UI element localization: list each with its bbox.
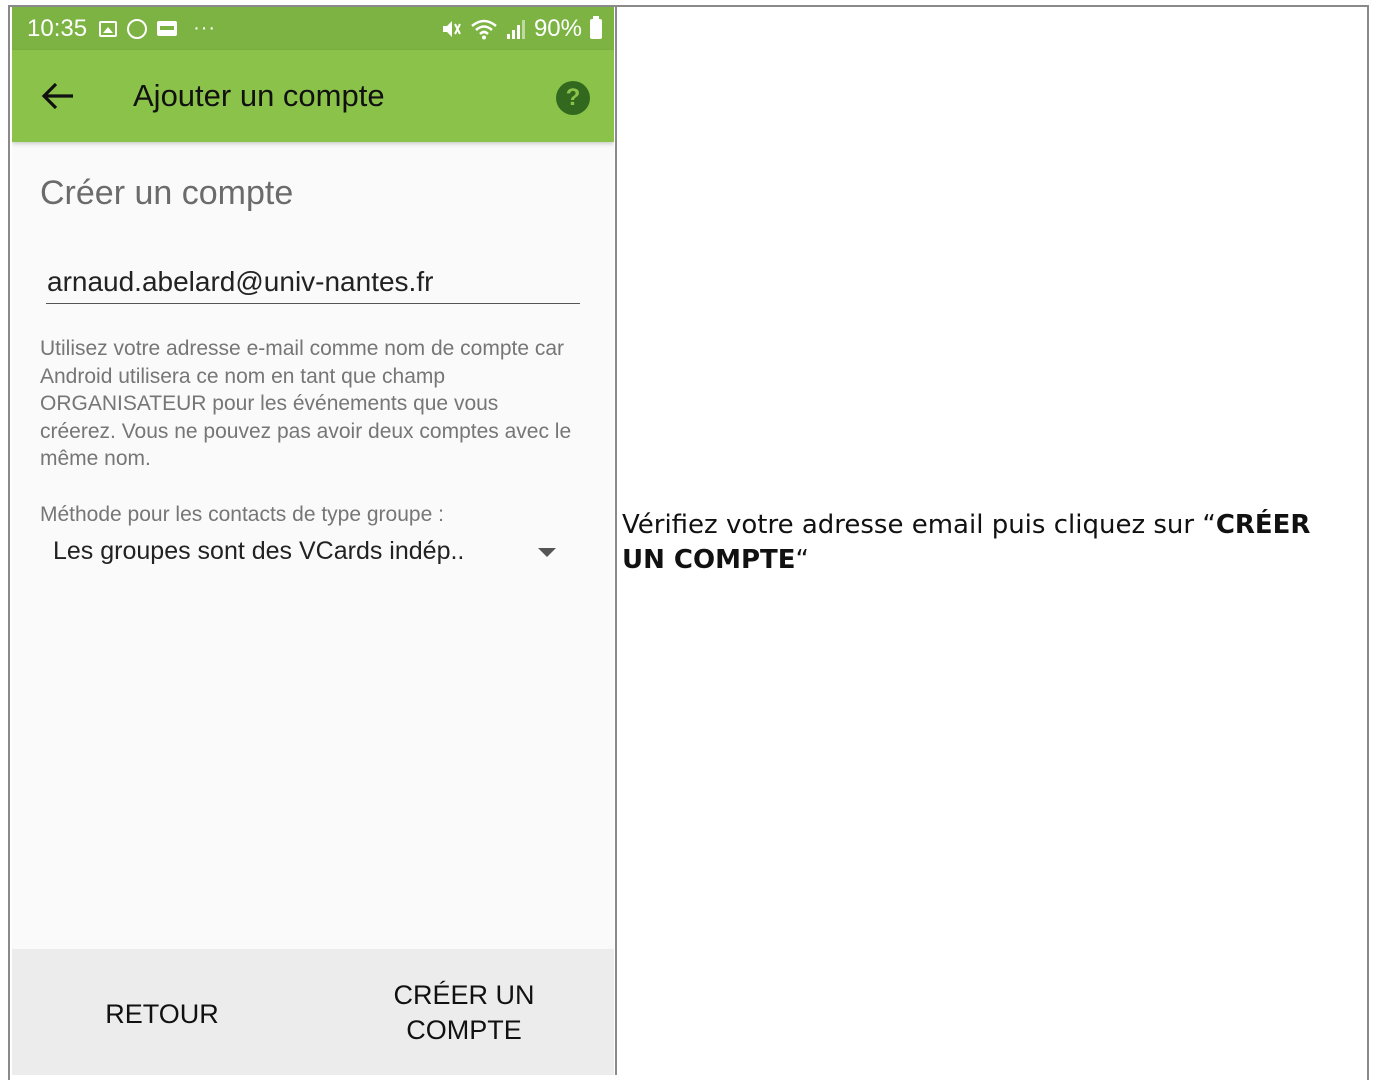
group-method-value: Les groupes sont des VCards indép.. (53, 537, 465, 565)
help-icon[interactable]: ? (556, 81, 590, 115)
more-notifications-icon: ··· (193, 17, 217, 39)
page-title: Ajouter un compte (133, 78, 385, 113)
status-time: 10:35 (27, 14, 88, 42)
back-button[interactable]: RETOUR (52, 979, 272, 1049)
whatsapp-icon (127, 18, 148, 39)
mute-icon (442, 20, 461, 37)
instruction-prefix: Vérifiez votre adresse email puis clique… (622, 510, 1216, 540)
account-name-help-text: Utilisez votre adresse e-mail comme nom … (40, 337, 572, 470)
card-icon (157, 21, 178, 36)
app-bar: Ajouter un compte ? (12, 50, 614, 142)
account-name-input[interactable] (46, 260, 580, 304)
battery-level: 90% (533, 14, 582, 42)
bottom-action-bar: RETOUR CRÉER UN COMPTE (12, 949, 614, 1075)
section-title: Créer un compte (40, 174, 294, 212)
phone-screenshot: 10:35 ··· 90% Ajouter un compte ? Créer … (12, 7, 614, 1075)
notification-icons: ··· (99, 17, 216, 40)
system-status-icons: 90% (440, 15, 602, 43)
group-method-select[interactable]: Les groupes sont des VCards indép.. (40, 533, 570, 573)
battery-icon (590, 15, 602, 39)
signal-icon (506, 19, 525, 39)
create-account-button[interactable]: CRÉER UN COMPTE (342, 975, 586, 1051)
image-icon (99, 20, 118, 37)
group-method-label: Méthode pour les contacts de type groupe… (40, 503, 444, 526)
instruction-suffix: “ (795, 545, 810, 575)
wifi-icon (471, 19, 497, 39)
back-arrow-icon[interactable] (40, 80, 76, 112)
dropdown-arrow-icon (538, 548, 556, 557)
status-bar: 10:35 ··· 90% (12, 7, 614, 50)
table-cell-divider (615, 5, 617, 1075)
instruction-text: Vérifiez votre adresse email puis clique… (622, 508, 1357, 578)
